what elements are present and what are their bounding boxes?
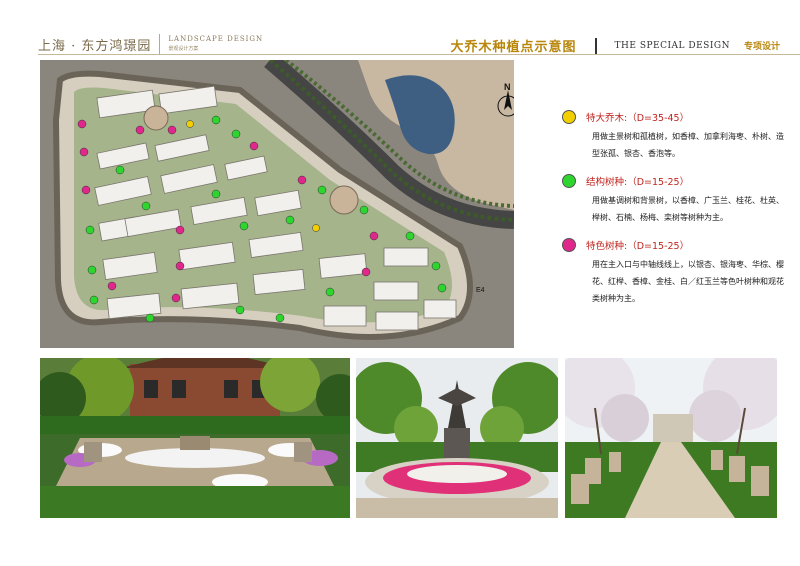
- title-divider: [594, 37, 597, 54]
- site-plan: N E4: [40, 60, 514, 348]
- brand-en: LANDSCAPE DESIGN: [168, 35, 264, 43]
- photo-formal-garden: [40, 358, 350, 518]
- brand-block: 上海 · 东方鸿璟园 LANDSCAPE DESIGN 景观设计方案: [38, 34, 263, 54]
- tree-legend: 特大乔木:（D=35-45） 用做主景树和孤植树，如香樟、加拿利海枣、朴树、造型…: [562, 110, 790, 319]
- header-rule: [38, 54, 800, 55]
- legend-description: 用在主入口与中轴线线上，以银杏、银海枣、华棕、樱花、红榉、香樟、金桂、白／红玉兰…: [592, 260, 784, 303]
- legend-item-structural-trees: 结构树种:（D=15-25） 用做基调树和背景树，以香樟、广玉兰、桂花、杜英、榉…: [562, 174, 790, 226]
- brand-cn: 景观设计方案: [168, 46, 199, 52]
- legend-title: 特大乔木:（D=35-45）: [586, 113, 690, 124]
- title-block: 大乔木种植点示意图 THE SPECIAL DESIGN 专项设计: [451, 36, 780, 55]
- road-label: E4: [476, 287, 485, 294]
- legend-description: 用做主景树和孤植树，如香樟、加拿利海枣、朴树、造型张孤、银杏、香泡等。: [592, 132, 784, 158]
- north-label: N: [504, 82, 511, 92]
- yellow-dot-icon: [562, 110, 576, 124]
- special-design-cn: 专项设计: [743, 42, 780, 52]
- magenta-dot-icon: [562, 238, 576, 252]
- photo-sculpture-plaza: [356, 358, 558, 518]
- site-plan-drawing: N E4: [40, 60, 514, 348]
- brand-sub: LANDSCAPE DESIGN 景观设计方案: [168, 34, 263, 54]
- legend-title: 结构树种:（D=15-25）: [586, 177, 690, 188]
- legend-title: 特色树种:（D=15-25）: [586, 241, 690, 252]
- photo-blossom-avenue: [565, 358, 777, 518]
- legend-item-feature-trees: 特色树种:（D=15-25） 用在主入口与中轴线线上，以银杏、银海枣、华棕、樱花…: [562, 238, 790, 307]
- green-dot-icon: [562, 174, 576, 188]
- legend-item-specimen-trees: 特大乔木:（D=35-45） 用做主景树和孤植树，如香樟、加拿利海枣、朴树、造型…: [562, 110, 790, 162]
- legend-description: 用做基调树和背景树，以香樟、广玉兰、桂花、杜英、榉树、石楠、杨梅、栾树等树种为主…: [592, 196, 784, 222]
- special-design-en: THE SPECIAL DESIGN: [614, 40, 730, 51]
- brand-divider: [159, 34, 161, 54]
- brand-name: 上海 · 东方鸿璟园: [38, 38, 152, 54]
- page-title: 大乔木种植点示意图: [450, 40, 577, 55]
